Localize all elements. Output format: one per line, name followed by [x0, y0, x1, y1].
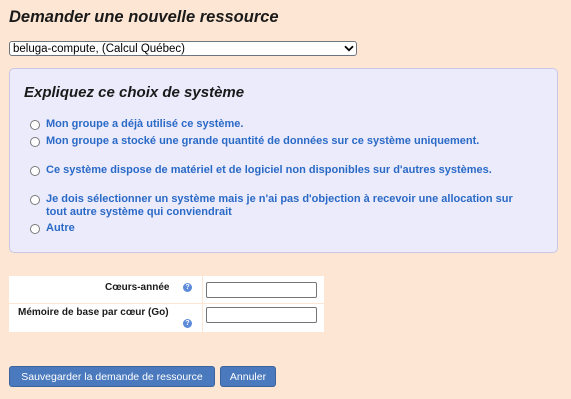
reason-option-data-stored[interactable]: Mon groupe a stocké une grande quantité …	[30, 135, 516, 148]
system-select[interactable]: beluga-compute, (Calcul Québec)	[9, 41, 357, 56]
help-icon[interactable]: ?	[183, 319, 192, 328]
option-label[interactable]: Autre	[46, 222, 516, 235]
save-request-button[interactable]: Sauvegarder la demande de ressource	[9, 366, 215, 387]
reason-option-other[interactable]: Autre	[30, 222, 516, 235]
memory-per-core-label: Mémoire de base par cœur (Go)	[18, 307, 169, 318]
page-title: Demander une nouvelle ressource	[9, 8, 279, 26]
row-divider	[9, 303, 324, 304]
cancel-button[interactable]: Annuler	[220, 366, 276, 387]
memory-per-core-input[interactable]	[206, 307, 317, 323]
radio-button[interactable]	[30, 224, 40, 234]
option-label[interactable]: Ce système dispose de matériel et de log…	[46, 164, 516, 177]
option-label[interactable]: Je dois sélectionner un système mais je …	[46, 193, 516, 219]
reason-option-no-objection[interactable]: Je dois sélectionner un système mais je …	[30, 193, 516, 219]
system-select-value: beluga-compute, (Calcul Québec)	[13, 42, 185, 55]
radio-button[interactable]	[30, 120, 40, 130]
core-years-label: Cœurs-année	[105, 282, 170, 293]
help-icon[interactable]: ?	[183, 283, 192, 292]
system-reason-panel: Expliquez ce choix de système Mon groupe…	[9, 68, 558, 253]
radio-button[interactable]	[30, 137, 40, 147]
option-label[interactable]: Mon groupe a déjà utilisé ce système.	[46, 118, 516, 131]
chevron-down-icon	[342, 42, 356, 55]
reason-option-previous-use[interactable]: Mon groupe a déjà utilisé ce système.	[30, 118, 516, 131]
radio-button[interactable]	[30, 166, 40, 176]
radio-button[interactable]	[30, 195, 40, 205]
reason-option-hardware-software[interactable]: Ce système dispose de matériel et de log…	[30, 164, 516, 177]
core-years-input[interactable]	[206, 282, 317, 298]
column-divider	[202, 276, 203, 332]
panel-title: Expliquez ce choix de système	[24, 84, 245, 101]
allocation-form-table: Cœurs-année ? Mémoire de base par cœur (…	[9, 276, 324, 332]
option-label[interactable]: Mon groupe a stocké une grande quantité …	[46, 135, 516, 148]
